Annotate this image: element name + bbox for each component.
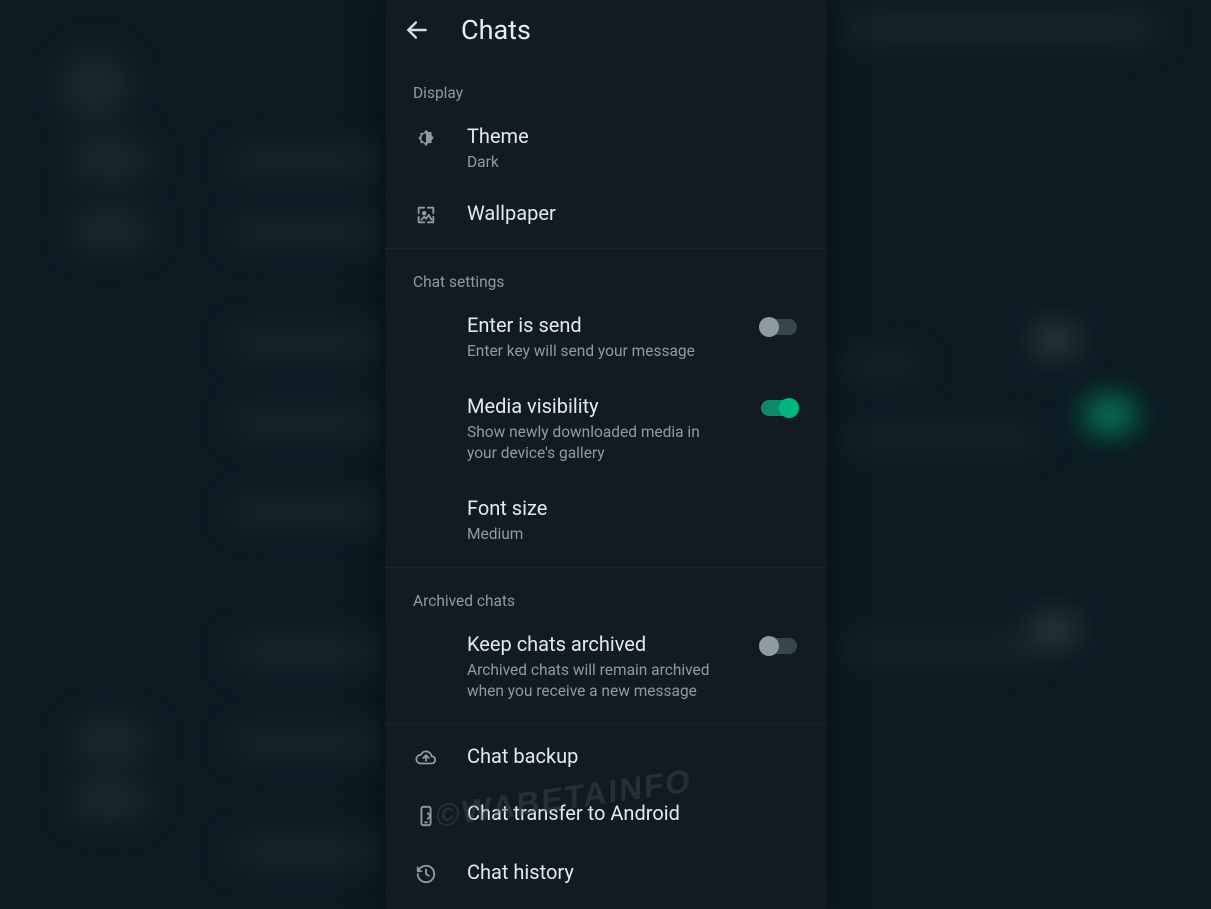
enter-send-sub: Enter key will send your message: [467, 341, 731, 362]
media-visibility-toggle[interactable]: [761, 400, 797, 416]
keep-archived-toggle[interactable]: [761, 638, 797, 654]
section-header-display: Display: [385, 64, 827, 110]
keep-archived-sub: Archived chats will remain archived when…: [467, 660, 731, 702]
theme-label: Theme: [467, 124, 799, 149]
phone-transfer-icon: [415, 804, 437, 828]
page-title: Chats: [461, 14, 531, 46]
enter-send-label: Enter is send: [467, 313, 731, 338]
row-font-size[interactable]: Font size Medium: [385, 478, 827, 559]
row-enter-is-send[interactable]: Enter is send Enter key will send your m…: [385, 299, 827, 376]
enter-send-toggle[interactable]: [761, 319, 797, 335]
cloud-upload-icon: [414, 747, 438, 769]
chats-settings-panel: Chats Display Theme Dark Wallpaper Chat …: [385, 0, 827, 909]
font-size-label: Font size: [467, 496, 799, 521]
panel-header: Chats: [385, 0, 827, 64]
section-header-archived: Archived chats: [385, 568, 827, 618]
font-size-value: Medium: [467, 524, 799, 545]
chat-history-label: Chat history: [467, 860, 799, 885]
row-theme[interactable]: Theme Dark: [385, 110, 827, 187]
arrow-left-icon: [404, 17, 430, 43]
theme-value: Dark: [467, 152, 799, 173]
row-chat-history[interactable]: Chat history: [385, 842, 827, 899]
keep-archived-label: Keep chats archived: [467, 632, 731, 657]
media-visibility-label: Media visibility: [467, 394, 731, 419]
back-button[interactable]: [403, 16, 431, 44]
row-chat-backup[interactable]: Chat backup: [385, 724, 827, 783]
section-header-chat-settings: Chat settings: [385, 249, 827, 299]
wallpaper-icon: [415, 204, 437, 226]
row-wallpaper[interactable]: Wallpaper: [385, 187, 827, 240]
wallpaper-label: Wallpaper: [467, 201, 799, 226]
brightness-icon: [415, 127, 437, 149]
row-keep-archived[interactable]: Keep chats archived Archived chats will …: [385, 618, 827, 716]
row-chat-transfer[interactable]: Chat transfer to Android: [385, 783, 827, 842]
row-media-visibility[interactable]: Media visibility Show newly downloaded m…: [385, 376, 827, 478]
chat-transfer-label: Chat transfer to Android: [467, 801, 799, 826]
media-visibility-sub: Show newly downloaded media in your devi…: [467, 422, 731, 464]
chat-backup-label: Chat backup: [467, 744, 799, 769]
history-icon: [415, 863, 437, 885]
